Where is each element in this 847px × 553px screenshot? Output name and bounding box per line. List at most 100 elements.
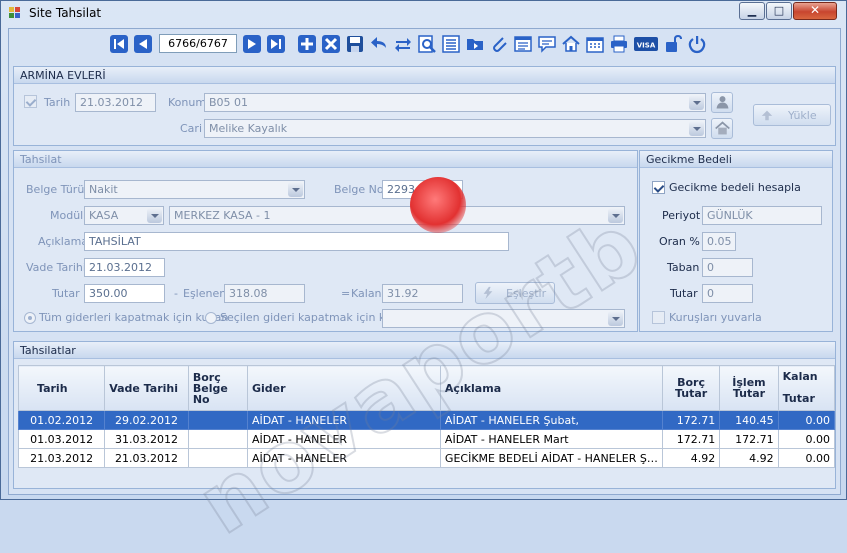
visa-icon[interactable]: VISA bbox=[633, 34, 659, 54]
tutar-field[interactable]: 350.00 bbox=[84, 284, 165, 303]
last-record-icon[interactable] bbox=[266, 34, 286, 54]
column-header-gider[interactable]: Gider bbox=[246, 365, 441, 411]
cell-tarih[interactable]: 21.03.2012 bbox=[17, 448, 106, 468]
column-header-tarih[interactable]: Tarih bbox=[17, 365, 106, 411]
person-button[interactable] bbox=[711, 92, 733, 113]
refresh-icon[interactable] bbox=[393, 34, 413, 54]
next-record-icon[interactable] bbox=[242, 34, 262, 54]
chevron-down-icon[interactable] bbox=[288, 182, 303, 197]
cell-belge[interactable] bbox=[187, 448, 248, 468]
cell-aciklama[interactable]: GECİKME BEDELİ AİDAT - HANELER Ş… bbox=[439, 448, 663, 468]
cell-borc[interactable]: 4.92 bbox=[661, 448, 721, 468]
belge-turu-field[interactable]: Nakit bbox=[84, 180, 305, 199]
cell-islem[interactable]: 4.92 bbox=[719, 448, 779, 468]
print-icon[interactable] bbox=[609, 34, 629, 54]
cell-vade[interactable]: 31.03.2012 bbox=[104, 429, 189, 449]
table-row[interactable]: 01.02.2012 29.02.2012 AİDAT - HANELER Aİ… bbox=[17, 410, 836, 430]
cell-gider[interactable]: AİDAT - HANELER bbox=[246, 410, 441, 430]
report-icon[interactable] bbox=[513, 34, 533, 54]
table-row[interactable]: 01.03.2012 31.03.2012 AİDAT - HANELER Aİ… bbox=[17, 429, 836, 449]
cell-belge[interactable] bbox=[187, 429, 248, 449]
calendar-icon[interactable] bbox=[585, 34, 605, 54]
cell-aciklama[interactable]: AİDAT - HANELER Şubat, bbox=[439, 410, 663, 430]
gecikme-hesapla-checkbox[interactable] bbox=[652, 181, 665, 194]
table-row[interactable]: 21.03.2012 21.03.2012 AİDAT - HANELER GE… bbox=[17, 448, 836, 468]
list-icon[interactable] bbox=[441, 34, 461, 54]
save-icon[interactable] bbox=[345, 34, 365, 54]
eslenen-label: Eşlenen bbox=[183, 287, 227, 300]
tahsilat-group-title: Tahsilat bbox=[20, 153, 62, 166]
preview-icon[interactable] bbox=[417, 34, 437, 54]
maximize-icon: □ bbox=[773, 4, 785, 17]
table-header-row: Tarih Vade Tarihi Borç Belge No Gider Aç… bbox=[17, 365, 836, 411]
cell-aciklama[interactable]: AİDAT - HANELER Mart bbox=[439, 429, 663, 449]
power-icon[interactable] bbox=[687, 34, 707, 54]
eslestir-button[interactable]: Eşleştir bbox=[475, 282, 555, 304]
cell-belge[interactable] bbox=[187, 410, 248, 430]
add-icon[interactable] bbox=[297, 34, 317, 54]
aciklama-field[interactable]: TAHSİLAT bbox=[84, 232, 509, 251]
cell-vade[interactable]: 29.02.2012 bbox=[104, 410, 189, 430]
column-header-aciklama[interactable]: Açıklama bbox=[439, 365, 663, 411]
house-button[interactable] bbox=[711, 118, 733, 139]
cell-kalan[interactable]: 0.00 bbox=[777, 429, 836, 449]
undo-icon[interactable] bbox=[369, 34, 389, 54]
close-button[interactable]: ✕ bbox=[793, 2, 837, 20]
column-header-islem-tutar[interactable]: İşlem Tutar bbox=[719, 365, 779, 411]
selected-gider-field[interactable] bbox=[382, 309, 625, 328]
message-icon[interactable] bbox=[537, 34, 557, 54]
cell-vade[interactable]: 21.03.2012 bbox=[104, 448, 189, 468]
attachment-icon[interactable] bbox=[489, 34, 509, 54]
taban-label: Taban bbox=[667, 261, 700, 274]
cell-gider[interactable]: AİDAT - HANELER bbox=[246, 429, 441, 449]
belge-no-field[interactable]: 2293 bbox=[382, 180, 463, 199]
periyot-field[interactable]: GÜNLÜK bbox=[702, 206, 822, 225]
unlock-icon[interactable] bbox=[663, 34, 683, 54]
cari-field[interactable]: Melike Kayalık bbox=[204, 119, 706, 138]
oran-field[interactable]: 0.05 bbox=[702, 232, 736, 251]
radio-selected-gider[interactable] bbox=[205, 312, 217, 324]
lightning-icon bbox=[483, 286, 493, 300]
tarih-checkbox[interactable] bbox=[24, 95, 37, 108]
cell-borc[interactable]: 172.71 bbox=[661, 429, 721, 449]
gecikme-tutar-field[interactable]: 0 bbox=[702, 284, 753, 303]
kurus-yuvarla-checkbox[interactable] bbox=[652, 311, 665, 324]
vade-tarihi-field[interactable]: 21.03.2012 bbox=[84, 258, 165, 277]
title-bar[interactable]: Site Tahsilat ▁ □ ✕ bbox=[1, 1, 846, 25]
cell-tarih[interactable]: 01.02.2012 bbox=[17, 410, 106, 430]
cell-kalan[interactable]: 0.00 bbox=[777, 410, 836, 430]
column-header-vade-tarihi[interactable]: Vade Tarihi bbox=[104, 365, 189, 411]
maximize-button[interactable]: □ bbox=[766, 2, 792, 20]
first-record-icon[interactable] bbox=[109, 34, 129, 54]
tahsilatlar-title: Tahsilatlar bbox=[20, 344, 76, 357]
chevron-down-icon[interactable] bbox=[147, 208, 162, 223]
column-header-borc-tutar[interactable]: Borç Tutar bbox=[661, 365, 721, 411]
chevron-down-icon[interactable] bbox=[608, 311, 623, 326]
previous-record-icon[interactable] bbox=[133, 34, 153, 54]
cell-gider[interactable]: AİDAT - HANELER bbox=[246, 448, 441, 468]
modul-detail-field[interactable]: MERKEZ KASA - 1 bbox=[169, 206, 625, 225]
radio-all-gider[interactable] bbox=[24, 312, 36, 324]
column-header-borc-belge-no[interactable]: Borç Belge No bbox=[187, 365, 248, 411]
yukle-button[interactable]: Yükle bbox=[753, 104, 831, 126]
cell-kalan[interactable]: 0.00 bbox=[777, 448, 836, 468]
taban-field[interactable]: 0 bbox=[702, 258, 753, 277]
minimize-button[interactable]: ▁ bbox=[739, 2, 765, 20]
home-icon[interactable] bbox=[561, 34, 581, 54]
delete-icon[interactable] bbox=[321, 34, 341, 54]
column-header-kalan-tutar[interactable]: Kalan Tutar bbox=[777, 365, 836, 411]
site-group-header: ARMİNA EVLERİ bbox=[14, 67, 835, 84]
folder-icon[interactable] bbox=[465, 34, 485, 54]
chevron-down-icon[interactable] bbox=[689, 95, 704, 110]
cell-borc[interactable]: 172.71 bbox=[661, 410, 721, 430]
cell-islem[interactable]: 172.71 bbox=[719, 429, 779, 449]
cell-islem[interactable]: 140.45 bbox=[719, 410, 779, 430]
tarih-field[interactable]: 21.03.2012 bbox=[75, 93, 156, 112]
cell-tarih[interactable]: 01.03.2012 bbox=[17, 429, 106, 449]
record-position-field[interactable]: 6766/6767 bbox=[159, 34, 237, 53]
chevron-down-icon[interactable] bbox=[608, 208, 623, 223]
kalan-field: 31.92 bbox=[382, 284, 463, 303]
chevron-down-icon[interactable] bbox=[689, 121, 704, 136]
modul-field[interactable]: KASA bbox=[84, 206, 164, 225]
konum-field[interactable]: B05 01 bbox=[204, 93, 706, 112]
